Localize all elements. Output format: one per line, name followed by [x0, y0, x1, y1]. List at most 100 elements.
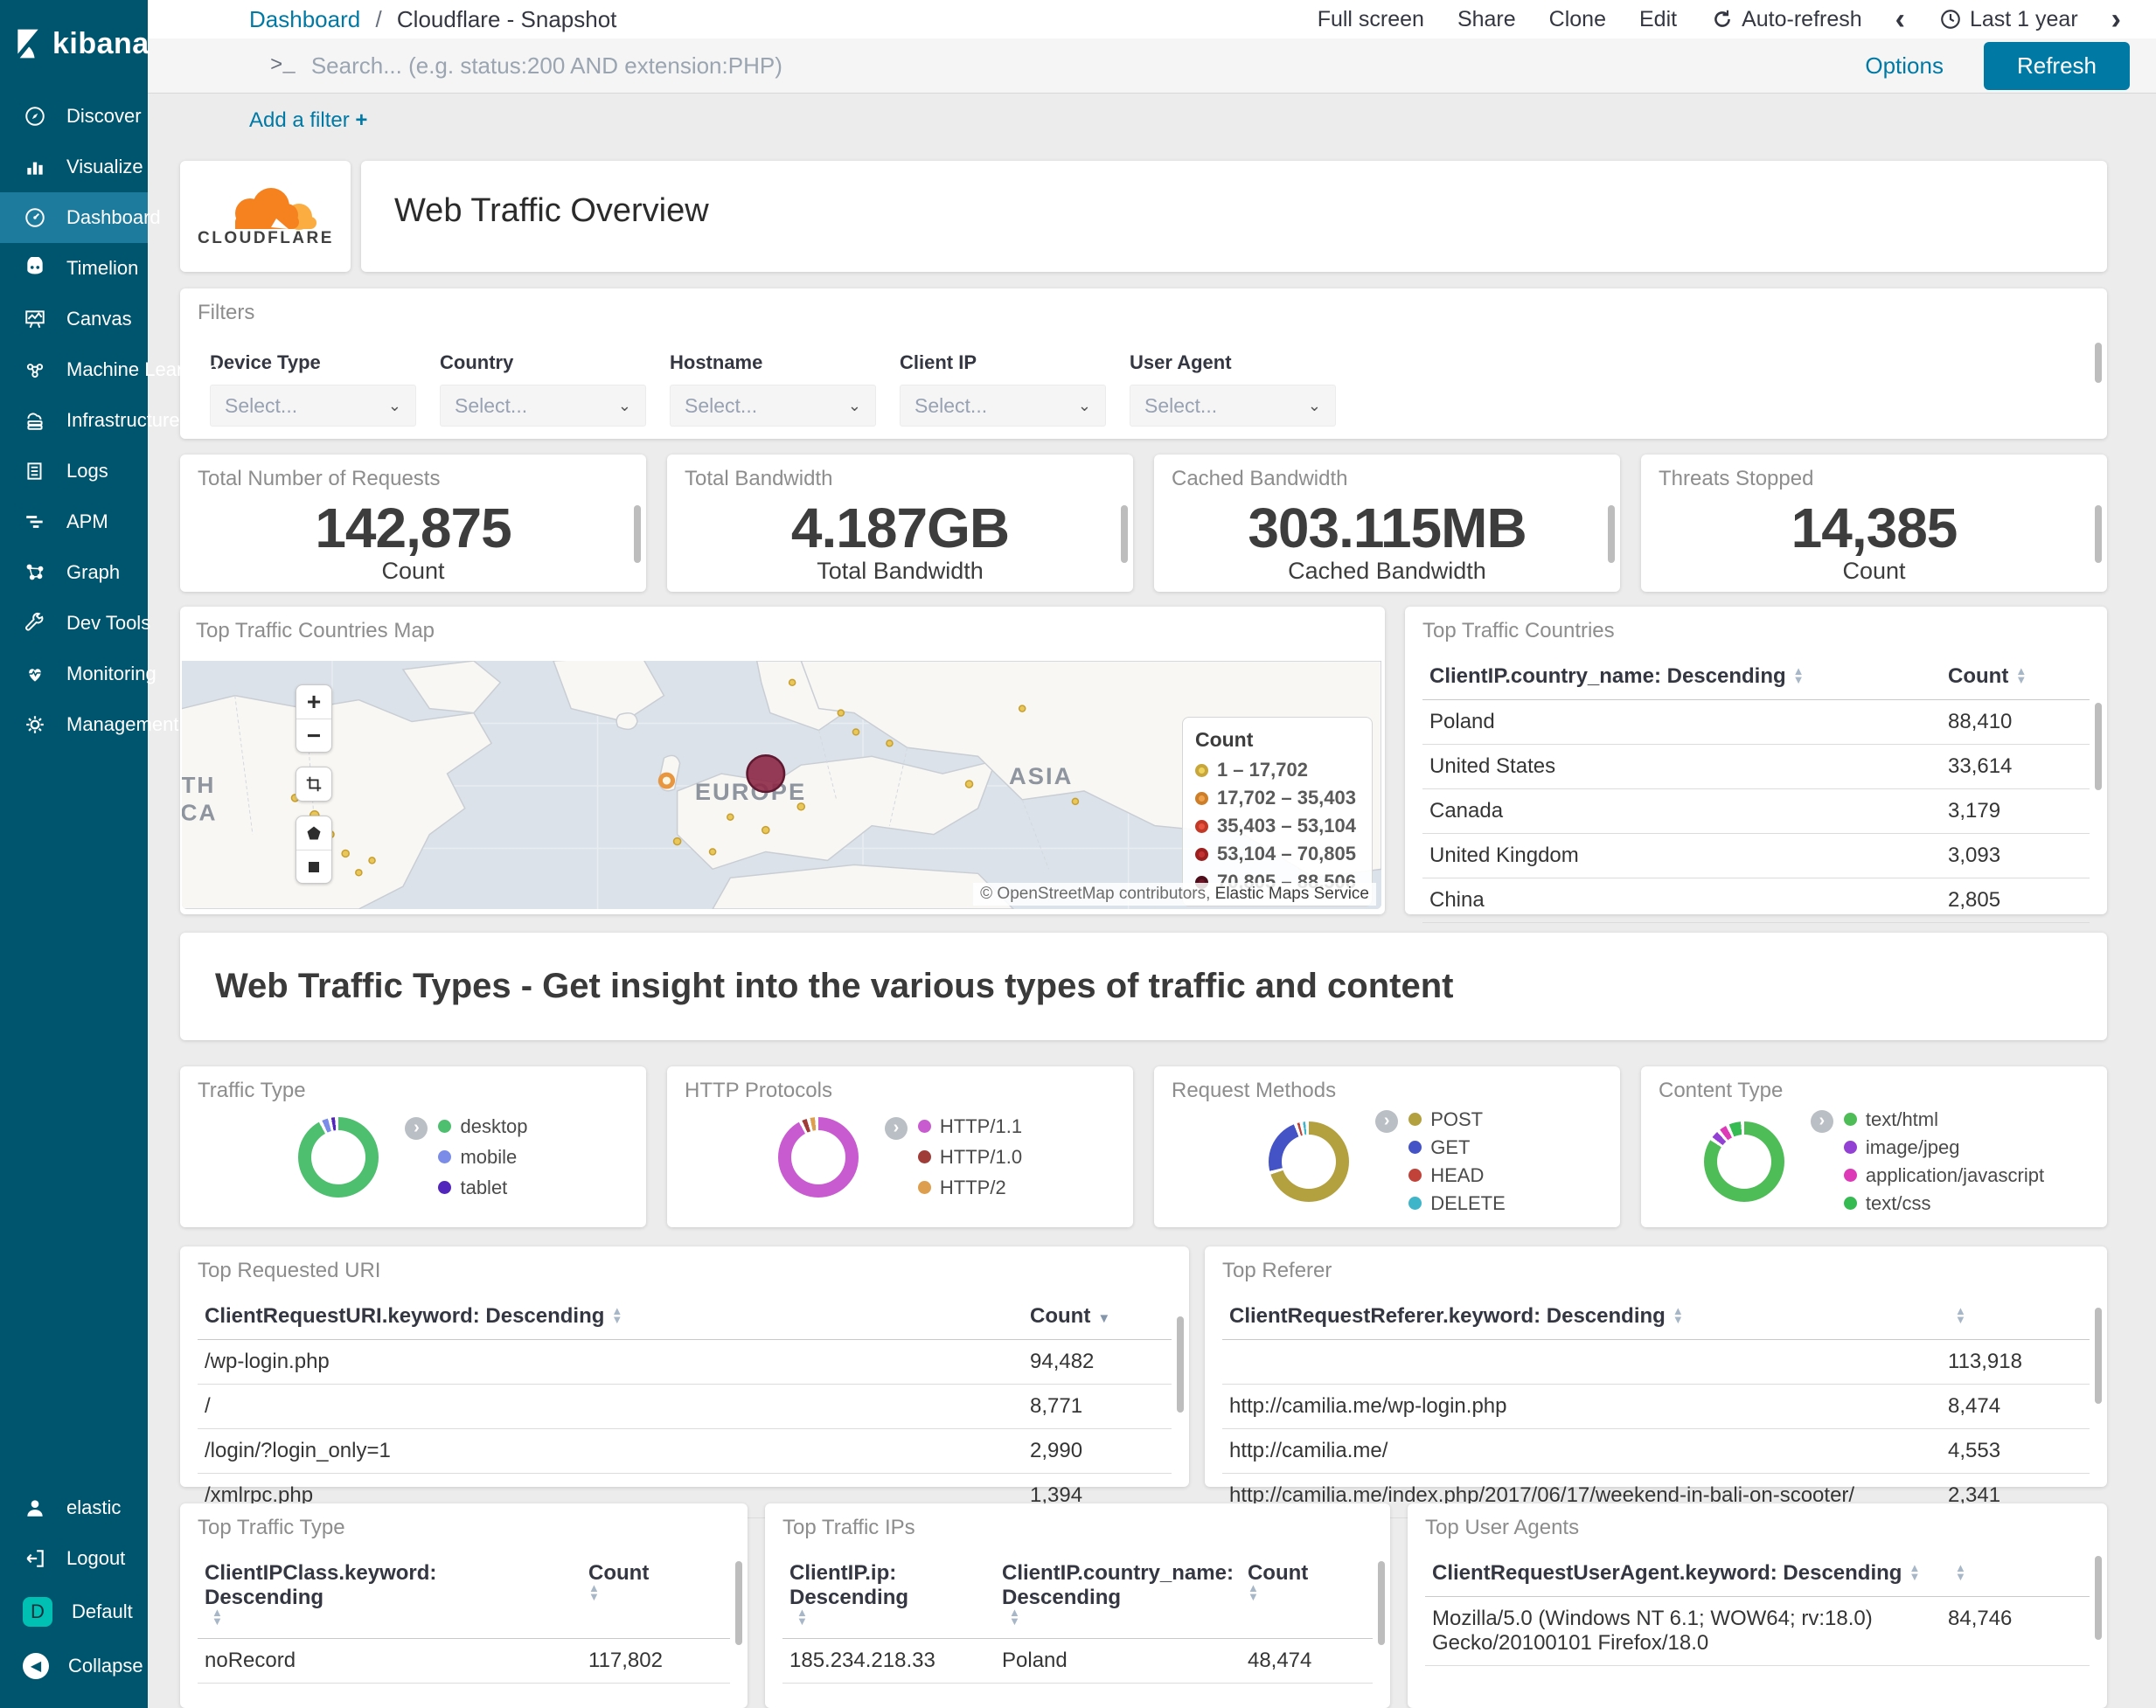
scrollbar-thumb[interactable]	[2095, 343, 2102, 384]
sidebar-item-management[interactable]: Management	[0, 699, 178, 750]
legend-dot	[438, 1120, 452, 1134]
sidebar-item-label: Canvas	[66, 308, 132, 330]
legend-item[interactable]: HTTP/1.1	[917, 1115, 1022, 1138]
monitoring-icon	[23, 662, 47, 686]
map-zoom-in-button[interactable]: +	[296, 685, 331, 719]
sort-icon: ▲ ▼	[1009, 1605, 1020, 1628]
scrollbar-thumb[interactable]	[735, 1560, 742, 1645]
kibana-brand[interactable]: kibana	[0, 0, 150, 91]
device-type-select[interactable]: Select... ⌄	[210, 385, 416, 427]
column-header-country[interactable]: ClientIP.country_name: Descending ▲ ▼	[995, 1552, 1241, 1639]
column-header-country[interactable]: ClientIP.country_name: Descending ▲ ▼	[1422, 656, 1941, 701]
legend-item[interactable]: HTTP/1.0	[917, 1146, 1022, 1169]
sidebar-item-logs[interactable]: Logs	[0, 446, 148, 496]
scrollbar-thumb[interactable]	[634, 505, 641, 564]
legend-item[interactable]: DELETE	[1408, 1192, 1506, 1215]
sidebar-item-machine-learning[interactable]: Machine Learning	[0, 344, 219, 395]
scrollbar-thumb[interactable]	[1121, 505, 1128, 564]
scrollbar-thumb[interactable]	[1177, 1316, 1184, 1413]
brand-name: kibana	[52, 26, 150, 60]
legend-item[interactable]: application/javascript	[1843, 1164, 2044, 1187]
sidebar-item-visualize[interactable]: Visualize	[0, 142, 148, 192]
world-map[interactable]: NORTH AMERICA EUROPE ASIA	[182, 661, 1381, 910]
legend-expand-icon[interactable]: ›	[1810, 1109, 1833, 1133]
column-header-count[interactable]: Count ▲ ▼	[581, 1552, 730, 1639]
client-ip-select[interactable]: Select... ⌄	[900, 385, 1106, 427]
legend-expand-icon[interactable]: ›	[1375, 1109, 1399, 1133]
share-button[interactable]: Share	[1457, 7, 1516, 32]
edit-button[interactable]: Edit	[1639, 7, 1677, 32]
content-type-donut-chart[interactable]	[1703, 1121, 1784, 1202]
sidebar-item-space-default[interactable]: D Default	[0, 1584, 148, 1640]
sort-icon: ▲ ▼	[1792, 663, 1805, 686]
sidebar-item-timelion[interactable]: Timelion	[0, 243, 148, 294]
legend-item[interactable]: tablet	[438, 1177, 527, 1199]
scrollbar-thumb[interactable]	[2095, 1307, 2102, 1404]
sidebar-item-apm[interactable]: APM	[0, 496, 148, 547]
legend-item[interactable]: image/jpeg	[1843, 1136, 2044, 1159]
refresh-button[interactable]: Refresh	[1983, 41, 2130, 90]
map-draw-polygon-button[interactable]	[296, 816, 331, 850]
full-screen-button[interactable]: Full screen	[1318, 7, 1424, 32]
legend-item[interactable]: mobile	[438, 1146, 527, 1169]
sidebar-item-logout[interactable]: Logout	[0, 1533, 148, 1584]
scrollbar-thumb[interactable]	[2095, 505, 2102, 564]
sidebar-item-monitoring[interactable]: Monitoring	[0, 649, 156, 699]
sidebar-item-label: Machine Learning	[66, 358, 219, 380]
legend-item[interactable]: POST	[1408, 1108, 1506, 1131]
map-draw-rectangle-button[interactable]	[296, 850, 331, 883]
sidebar-item-discover[interactable]: Discover	[0, 91, 148, 142]
time-picker-button[interactable]: Last 1 year	[1938, 7, 2078, 32]
column-header-referer[interactable]: ClientRequestReferer.keyword: Descending…	[1222, 1295, 1941, 1340]
scrollbar-thumb[interactable]	[1378, 1560, 1385, 1645]
map-count-bubble-poland[interactable]	[746, 754, 786, 794]
time-forward-button[interactable]: ›	[2111, 4, 2121, 34]
column-header-count[interactable]: Count ▲ ▼	[1240, 1552, 1373, 1639]
sidebar-item-graph[interactable]: Graph	[0, 547, 148, 598]
sidebar-item-collapse[interactable]: ◀ Collapse	[0, 1640, 148, 1692]
scrollbar-thumb[interactable]	[2095, 703, 2102, 791]
map-fit-bounds-button[interactable]	[296, 767, 331, 801]
add-filter-link[interactable]: Add a filter +	[249, 108, 367, 133]
request-methods-donut-chart[interactable]	[1269, 1121, 1350, 1202]
options-link[interactable]: Options	[1865, 52, 1944, 80]
clone-button[interactable]: Clone	[1549, 7, 1606, 32]
traffic-type-donut-chart[interactable]	[298, 1116, 379, 1198]
legend-dot	[1843, 1169, 1857, 1183]
country-select[interactable]: Select... ⌄	[440, 385, 646, 427]
search-input[interactable]	[310, 52, 1850, 80]
legend-item[interactable]: text/html	[1843, 1108, 2044, 1131]
column-header-count[interactable]: ▲ ▼	[1941, 1552, 2090, 1597]
hostname-select[interactable]: Select... ⌄	[670, 385, 876, 427]
legend-item[interactable]: GET	[1408, 1136, 1506, 1159]
legend-item[interactable]: HTTP/2	[917, 1177, 1022, 1199]
auto-refresh-button[interactable]: Auto-refresh	[1710, 7, 1862, 32]
column-header-uri[interactable]: ClientRequestURI.keyword: Descending ▲ ▼	[198, 1295, 1023, 1340]
sidebar-item-dev-tools[interactable]: Dev Tools	[0, 598, 150, 649]
column-header-count[interactable]: Count ▼	[1023, 1295, 1172, 1340]
scrollbar-thumb[interactable]	[1608, 505, 1615, 564]
sidebar-item-canvas[interactable]: Canvas	[0, 294, 148, 344]
sidebar-item-infrastructure[interactable]: Infrastructure	[0, 395, 180, 446]
sidebar-item-dashboard[interactable]: Dashboard	[0, 192, 161, 243]
breadcrumb-dashboard-link[interactable]: Dashboard	[249, 6, 360, 32]
column-header-user-agent[interactable]: ClientRequestUserAgent.keyword: Descendi…	[1425, 1552, 1941, 1597]
column-header-count[interactable]: Count ▲ ▼	[1941, 656, 2090, 701]
column-header-class[interactable]: ClientIPClass.keyword: Descending ▲ ▼	[198, 1552, 581, 1639]
map-zoom-out-button[interactable]: −	[296, 719, 331, 752]
sidebar-item-user[interactable]: elastic	[0, 1482, 148, 1533]
legend-item[interactable]: HEAD	[1408, 1164, 1506, 1187]
legend-item[interactable]: text/css	[1843, 1192, 2044, 1215]
legend-expand-icon[interactable]: ›	[884, 1116, 908, 1140]
legend-expand-icon[interactable]: ›	[405, 1116, 428, 1140]
table-row: 185.234.218.33 Poland 48,474	[782, 1638, 1373, 1684]
scrollbar-thumb[interactable]	[2095, 1555, 2102, 1640]
table-row: /wp-login.php 94,482	[198, 1339, 1172, 1385]
column-header-count[interactable]: ▲ ▼	[1941, 1295, 2090, 1340]
time-back-button[interactable]: ‹	[1895, 4, 1905, 34]
legend-dot	[1408, 1113, 1422, 1127]
user-agent-select[interactable]: Select... ⌄	[1130, 385, 1336, 427]
http-protocols-donut-chart[interactable]	[777, 1116, 859, 1198]
legend-item[interactable]: desktop	[438, 1115, 528, 1138]
column-header-ip[interactable]: ClientIP.ip: Descending ▲ ▼	[782, 1552, 995, 1639]
